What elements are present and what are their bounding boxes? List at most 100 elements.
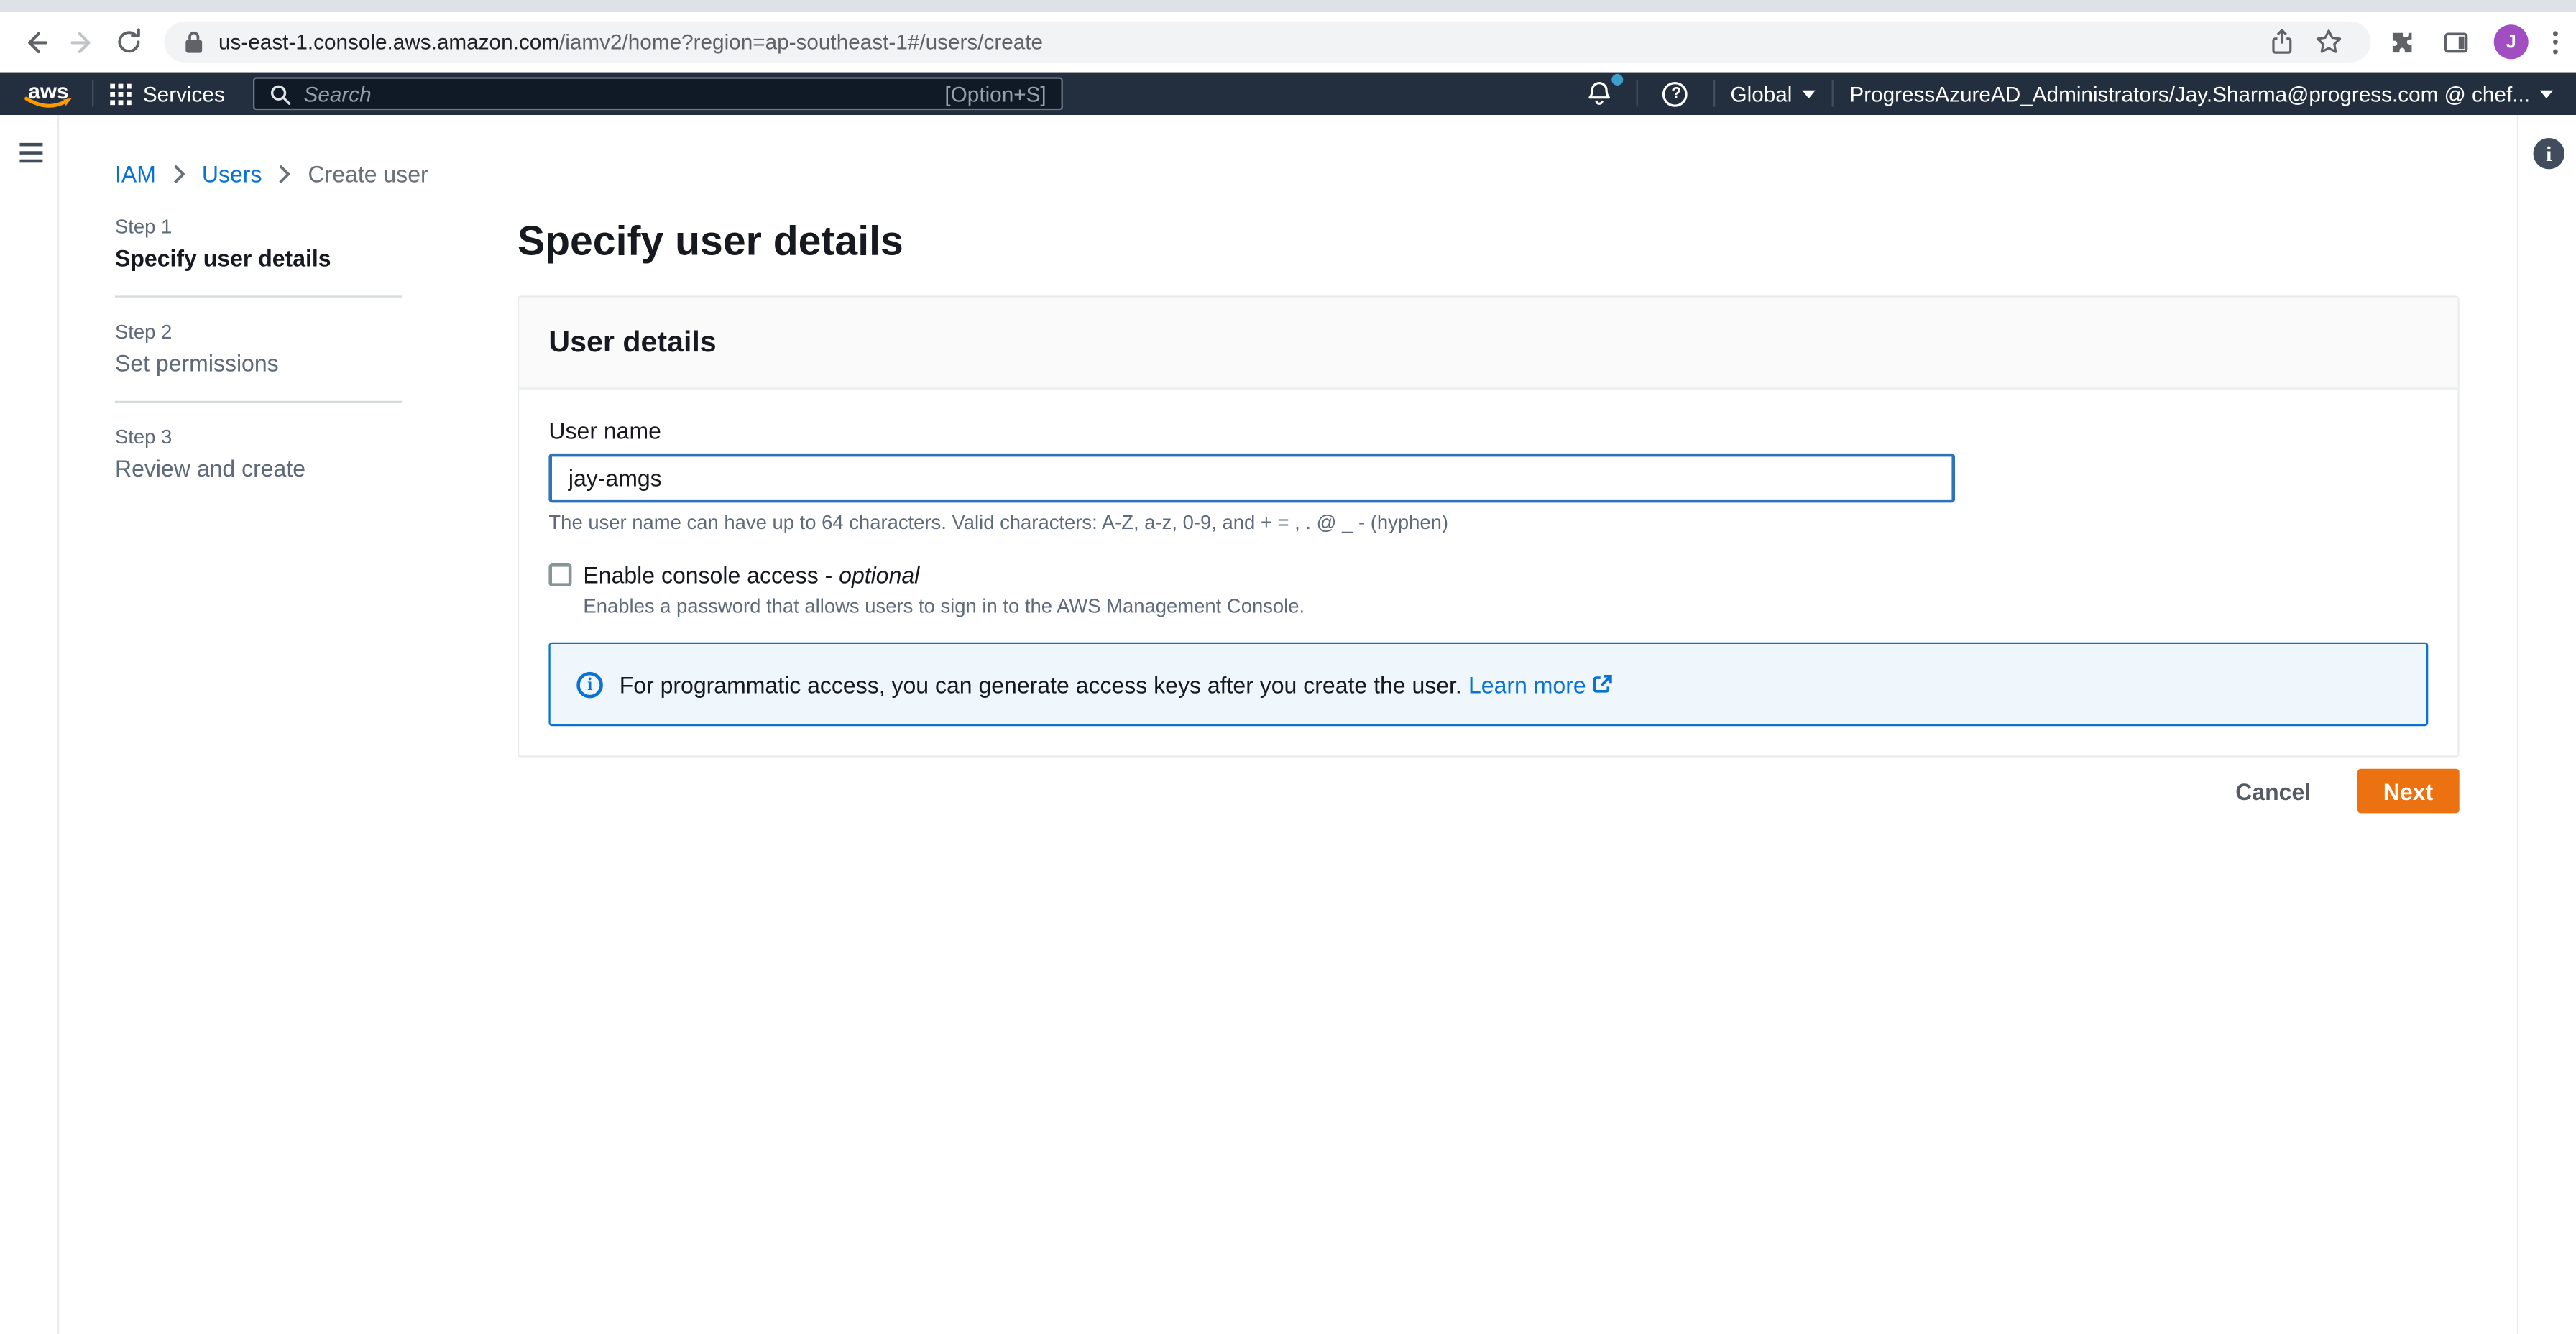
forward-button[interactable] (65, 25, 98, 58)
left-rail (0, 115, 60, 1334)
info-panel-button[interactable]: i (2533, 138, 2565, 170)
avatar-letter: J (2506, 32, 2516, 52)
nav-divider (1714, 80, 1716, 107)
console-search-input[interactable]: Search [Option+S] (252, 77, 1063, 111)
card-title: User details (548, 325, 717, 359)
help-panel-border (2516, 115, 2519, 1334)
step-title-set-permissions[interactable]: Set permissions (115, 350, 402, 377)
card-header: User details (519, 297, 2458, 390)
search-placeholder: Search (303, 81, 372, 106)
side-panel-button[interactable] (2439, 25, 2472, 58)
breadcrumb: IAM Users Create user (115, 161, 428, 188)
step-item-2: Step 2 Set permissions (115, 321, 402, 377)
extensions-button[interactable] (2386, 25, 2419, 58)
notifications-button[interactable] (1576, 73, 1624, 109)
breadcrumb-link-iam[interactable]: IAM (115, 161, 156, 188)
nav-right-cluster: ? Global ProgressAzureAD_Administrators/… (1576, 73, 2554, 109)
card-body: User name jay-amgs The user name can hav… (519, 390, 2457, 756)
browser-menu-button[interactable] (2549, 27, 2561, 57)
info-alert-text: For programmatic access, you can generat… (619, 671, 1462, 698)
aws-smile-icon (24, 96, 72, 108)
url-text: us-east-1.console.aws.amazon.com/iamv2/h… (218, 29, 1043, 54)
step-number: Step 1 (115, 215, 172, 239)
chevron-down-icon (1802, 89, 1816, 98)
nav-divider (92, 80, 94, 107)
learn-more-label: Learn more (1468, 671, 1586, 698)
lock-icon (185, 31, 203, 53)
info-glyph: i (2546, 140, 2552, 165)
learn-more-link[interactable]: Learn more (1468, 671, 1614, 698)
username-value: jay-amgs (568, 464, 662, 492)
bell-icon (1588, 81, 1611, 105)
region-selector[interactable]: Global (1731, 81, 1816, 106)
url-domain: us-east-1.console.aws.amazon.com (218, 29, 560, 55)
notification-dot (1611, 73, 1624, 86)
browser-profile-avatar[interactable]: J (2493, 24, 2529, 60)
services-label: Services (142, 81, 225, 106)
console-access-label[interactable]: Enable console access - optional (583, 562, 919, 589)
main-column: Specify user details User details User n… (518, 115, 2460, 1334)
aws-logo[interactable]: aws (22, 77, 75, 108)
share-button[interactable] (2266, 25, 2299, 58)
console-access-row: Enable console access - optional (548, 562, 2428, 589)
steps-nav: Step 1 Specify user details Step 2 Set p… (115, 215, 402, 482)
refresh-button[interactable] (111, 25, 144, 58)
back-button[interactable] (19, 25, 52, 58)
steps-divider (115, 400, 402, 402)
username-constraint-text: The user name can have up to 64 characte… (548, 510, 1449, 534)
browser-toolbar: us-east-1.console.aws.amazon.com/iamv2/h… (0, 12, 2576, 73)
nav-divider (1637, 80, 1639, 107)
url-path: /iamv2/home?region=ap-southeast-1#/users… (559, 29, 1044, 55)
screen: us-east-1.console.aws.amazon.com/iamv2/h… (0, 0, 2576, 1334)
forward-arrow-icon (70, 31, 91, 52)
services-menu-button[interactable]: Services (110, 81, 225, 106)
info-icon: i (576, 671, 603, 698)
user-details-card: User details User name jay-amgs The user… (518, 295, 2460, 758)
bookmark-button[interactable] (2312, 25, 2345, 58)
breadcrumb-separator (172, 165, 185, 184)
help-glyph: ? (1671, 84, 1682, 103)
account-label: ProgressAzureAD_Administrators/Jay.Sharm… (1849, 81, 2531, 106)
console-access-description: Enables a password that allows users to … (583, 594, 1305, 618)
step-number: Step 3 (115, 426, 172, 448)
share-icon (2272, 29, 2292, 54)
region-label: Global (1730, 81, 1793, 106)
external-link-icon (1593, 674, 1613, 693)
console-access-checkbox[interactable] (548, 564, 572, 587)
console-access-label-text: Enable console access - (583, 561, 840, 589)
star-icon (2315, 29, 2340, 53)
step-title-specify-user-details[interactable]: Specify user details (115, 245, 402, 272)
nav-divider (1831, 80, 1834, 107)
side-panel-icon (2444, 32, 2468, 52)
console-access-optional-text: optional (839, 561, 920, 589)
account-menu-button[interactable]: ProgressAzureAD_Administrators/Jay.Sharm… (1849, 81, 2554, 106)
help-button[interactable]: ? (1652, 80, 1699, 108)
browser-tab-strip (0, 0, 2576, 12)
step-number: Step 2 (115, 320, 172, 344)
page-content: i IAM Users Create user Step 1 Specify u… (0, 115, 2576, 1334)
chevron-right-icon (173, 165, 185, 184)
username-label: User name (548, 417, 661, 444)
sidebar-menu-button[interactable] (18, 142, 45, 165)
step-title-review-and-create[interactable]: Review and create (115, 455, 402, 482)
wizard-actions: Cancel Next (2232, 768, 2460, 814)
puzzle-icon (2392, 32, 2412, 52)
aws-console-nav: aws Services Search [Option+S] ? Global … (0, 72, 2576, 115)
breadcrumb-current: Create user (308, 161, 428, 188)
refresh-icon (117, 28, 139, 53)
grid-icon (110, 83, 132, 105)
username-input[interactable]: jay-amgs (548, 453, 1955, 503)
chevron-down-icon (2539, 89, 2554, 98)
step-item-3: Step 3 Review and create (115, 426, 402, 482)
steps-divider (115, 295, 402, 298)
info-icon-glyph: i (587, 674, 593, 694)
next-button[interactable]: Next (2357, 768, 2460, 814)
step-item-1: Step 1 Specify user details (115, 215, 402, 271)
breadcrumb-link-users[interactable]: Users (202, 161, 262, 188)
cancel-button[interactable]: Cancel (2232, 771, 2314, 811)
toolbar-right-cluster: J (2386, 24, 2562, 60)
url-bar[interactable]: us-east-1.console.aws.amazon.com/iamv2/h… (164, 21, 2371, 63)
page-title: Specify user details (518, 218, 903, 265)
chevron-right-icon (280, 165, 291, 184)
back-arrow-icon (28, 31, 48, 52)
